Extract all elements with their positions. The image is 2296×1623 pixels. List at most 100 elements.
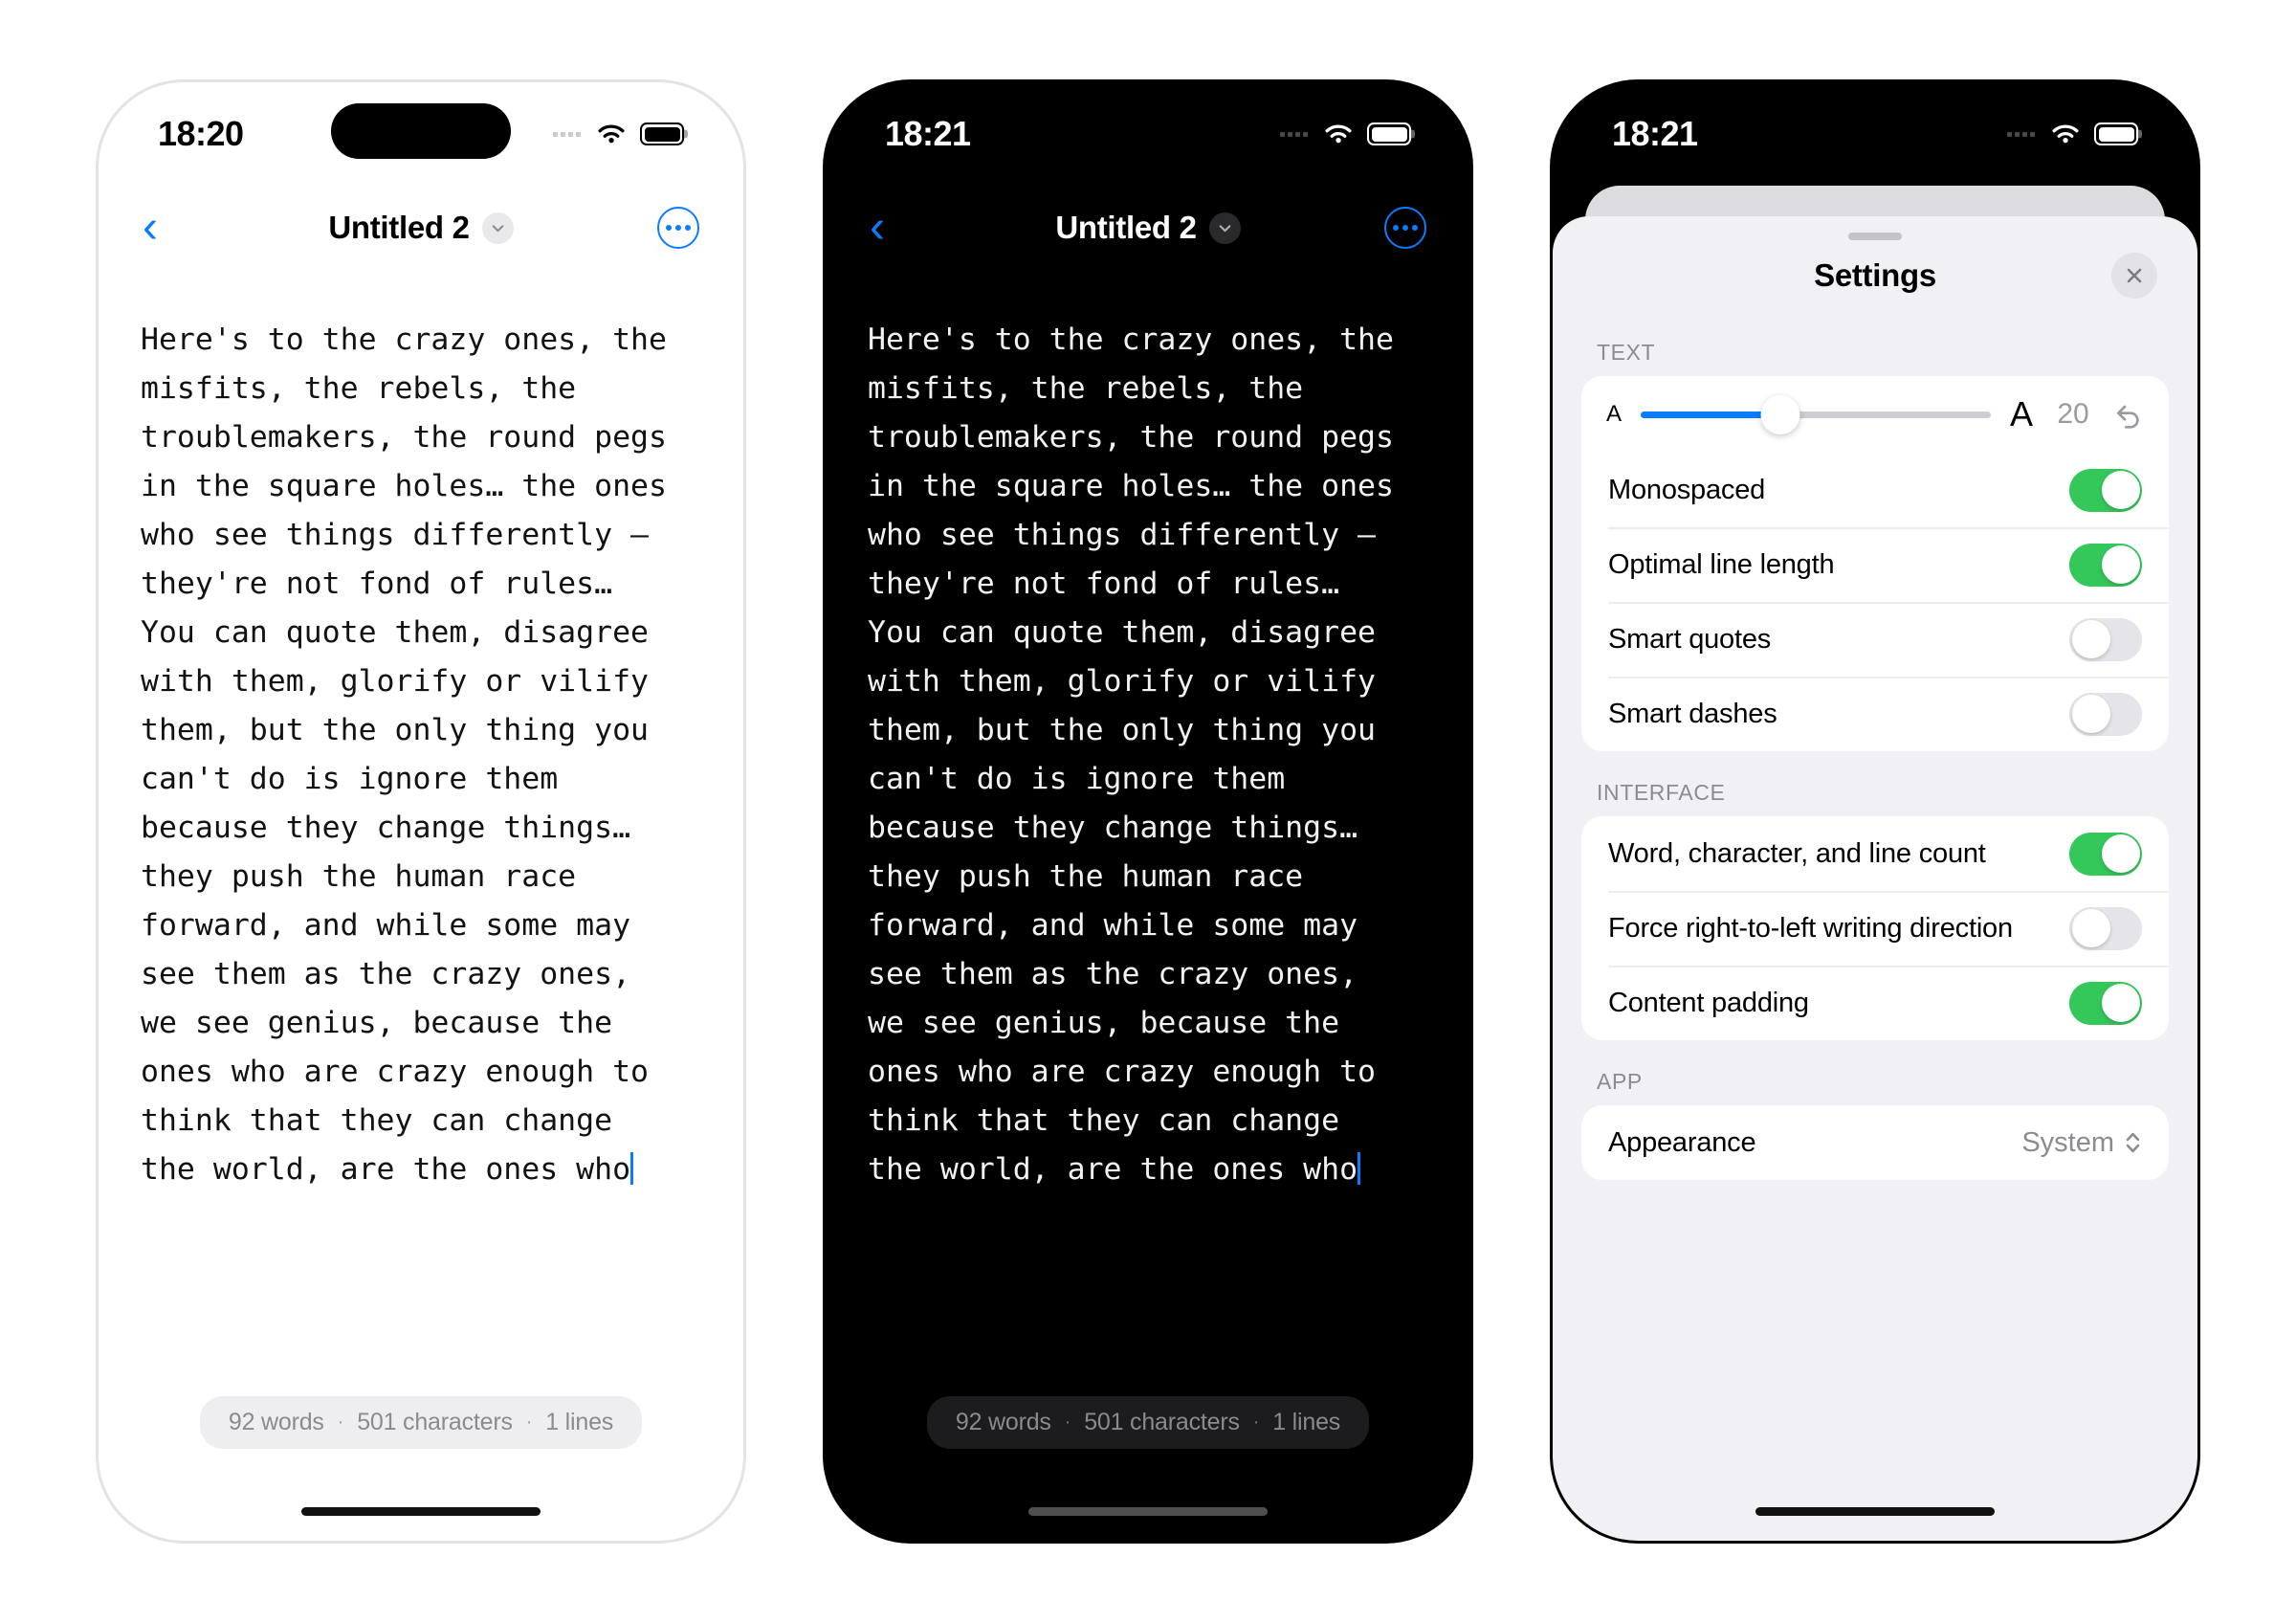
phone-dark-editor: 18:21 ‹ Untitled 2 Here's to the crazy o…: [823, 79, 1473, 1544]
setting-row-smart-dashes[interactable]: Smart dashes: [1581, 677, 2169, 751]
back-button[interactable]: ‹: [143, 205, 158, 251]
font-size-slider[interactable]: [1641, 393, 1991, 436]
setting-control: [2069, 543, 2142, 587]
toggle-force-rtl[interactable]: [2069, 906, 2142, 950]
phone-light-editor: 18:20 ‹ Untitled 2 Here's to the crazy o…: [96, 79, 746, 1544]
status-indicators: [553, 122, 684, 146]
font-size-small-a-label: A: [1606, 401, 1623, 427]
nav-title-group: Untitled 2: [99, 210, 743, 246]
status-bar-sheet: 18:21: [1553, 82, 2197, 186]
setting-label: Content padding: [1608, 987, 1809, 1018]
home-indicator: [1028, 1507, 1268, 1516]
setting-label: Word, character, and line count: [1608, 837, 1986, 869]
text-caret: [630, 1152, 634, 1185]
document-body: Here's to the crazy ones, the misfits, t…: [868, 322, 1394, 1187]
character-count: 501 characters: [357, 1409, 513, 1435]
count-pill: 92 words · 501 characters · 1 lines: [926, 1396, 1370, 1449]
setting-row-force-rtl[interactable]: Force right-to-left writing direction: [1581, 891, 2169, 966]
font-size-value: 20: [2057, 398, 2089, 430]
toggle-optimal-line-length[interactable]: [2069, 543, 2142, 587]
chevron-down-icon[interactable]: [1208, 211, 1241, 244]
back-button[interactable]: ‹: [870, 205, 885, 251]
setting-row-optimal-line-length[interactable]: Optimal line length: [1581, 527, 2169, 602]
wifi-icon: [1325, 124, 1352, 144]
cellular-dots-icon: [2007, 131, 2035, 137]
settings-group-text: A A 20 Monospaced Optimal line length Sm…: [1581, 376, 2169, 751]
home-indicator: [301, 1507, 541, 1516]
status-time: 18:21: [1612, 114, 1698, 153]
setting-control[interactable]: System: [2021, 1127, 2142, 1159]
slider-thumb[interactable]: [1760, 394, 1800, 434]
ellipsis-icon[interactable]: [1384, 207, 1426, 249]
settings-title: Settings: [1814, 257, 1936, 293]
chevron-down-icon[interactable]: [481, 211, 514, 244]
setting-row-smart-quotes[interactable]: Smart quotes: [1581, 602, 2169, 677]
page-title: Untitled 2: [1055, 210, 1197, 245]
setting-label: Force right-to-left writing direction: [1608, 912, 2013, 944]
document-text: Here's to the crazy ones, the misfits, t…: [141, 316, 701, 1194]
undo-arrow-icon[interactable]: [2113, 399, 2144, 430]
phone-settings-sheet: 18:21 Settings TEXT A A 20 Monospaced Op…: [1550, 79, 2200, 1544]
toggle-content-padding[interactable]: [2069, 981, 2142, 1025]
wifi-icon: [2052, 124, 2079, 144]
settings-group-interface: Word, character, and line count Force ri…: [1581, 816, 2169, 1040]
count-separator: ·: [1252, 1412, 1260, 1433]
battery-icon: [2094, 122, 2138, 145]
setting-label: Appearance: [1608, 1126, 1756, 1158]
up-down-chevron-icon: [2126, 1132, 2140, 1153]
character-count: 501 characters: [1084, 1409, 1240, 1435]
word-count: 92 words: [228, 1409, 324, 1435]
document-editor-light[interactable]: Here's to the crazy ones, the misfits, t…: [99, 270, 743, 1194]
grabber-handle-icon[interactable]: [1848, 233, 1902, 240]
section-label-text: TEXT: [1597, 340, 1656, 365]
section-label-interface: INTERFACE: [1597, 780, 1726, 805]
setting-control: [2069, 617, 2142, 661]
setting-control: [2069, 981, 2142, 1025]
setting-control: [2069, 906, 2142, 950]
setting-label: Smart quotes: [1608, 623, 1772, 655]
line-count: 1 lines: [1272, 1409, 1341, 1435]
appearance-value: System: [2021, 1126, 2114, 1158]
status-indicators: [2007, 122, 2138, 146]
toggle-smart-quotes[interactable]: [2069, 617, 2142, 661]
toggle-monospaced[interactable]: [2069, 468, 2142, 512]
setting-row-content-padding[interactable]: Content padding: [1581, 966, 2169, 1040]
setting-row-word-character-line-count[interactable]: Word, character, and line count: [1581, 816, 2169, 891]
setting-row-appearance[interactable]: Appearance System: [1581, 1105, 2169, 1180]
toggle-smart-dashes[interactable]: [2069, 692, 2142, 736]
cellular-dots-icon: [1280, 131, 1308, 137]
setting-control: [2069, 692, 2142, 736]
slider-track-fill: [1641, 411, 1781, 418]
nav-bar-dark: ‹ Untitled 2: [826, 186, 1470, 270]
status-bar-dark: 18:21: [826, 82, 1470, 186]
document-text: Here's to the crazy ones, the misfits, t…: [868, 316, 1428, 1194]
font-size-large-a-label: A: [2009, 394, 2033, 434]
cellular-dots-icon: [553, 131, 581, 137]
word-count-footer-light: 92 words · 501 characters · 1 lines: [99, 1396, 743, 1449]
count-pill: 92 words · 501 characters · 1 lines: [199, 1396, 643, 1449]
toggle-word-character-line-count[interactable]: [2069, 832, 2142, 876]
document-editor-dark[interactable]: Here's to the crazy ones, the misfits, t…: [826, 270, 1470, 1194]
setting-label: Monospaced: [1608, 474, 1766, 505]
document-body: Here's to the crazy ones, the misfits, t…: [141, 322, 667, 1187]
status-time: 18:21: [885, 114, 971, 153]
text-caret: [1358, 1152, 1361, 1185]
battery-icon: [1367, 122, 1411, 145]
status-indicators: [1280, 122, 1411, 146]
word-count-footer-dark: 92 words · 501 characters · 1 lines: [826, 1396, 1470, 1449]
font-size-slider-row[interactable]: A A 20: [1581, 376, 2169, 453]
ellipsis-icon[interactable]: [657, 207, 699, 249]
battery-icon: [640, 122, 684, 145]
count-separator: ·: [1064, 1412, 1071, 1433]
status-time: 18:20: [158, 114, 244, 153]
settings-header: Settings: [1553, 240, 2197, 311]
settings-sheet-card: Settings TEXT A A 20 Monospaced Optimal …: [1553, 216, 2197, 1541]
setting-row-monospaced[interactable]: Monospaced: [1581, 453, 2169, 527]
close-x-icon[interactable]: [2111, 253, 2157, 299]
settings-group-app: Appearance System: [1581, 1105, 2169, 1180]
section-label-app: APP: [1597, 1069, 1643, 1094]
status-bar-light: 18:20: [99, 82, 743, 186]
wifi-icon: [598, 124, 625, 144]
word-count: 92 words: [955, 1409, 1051, 1435]
setting-control: [2069, 832, 2142, 876]
